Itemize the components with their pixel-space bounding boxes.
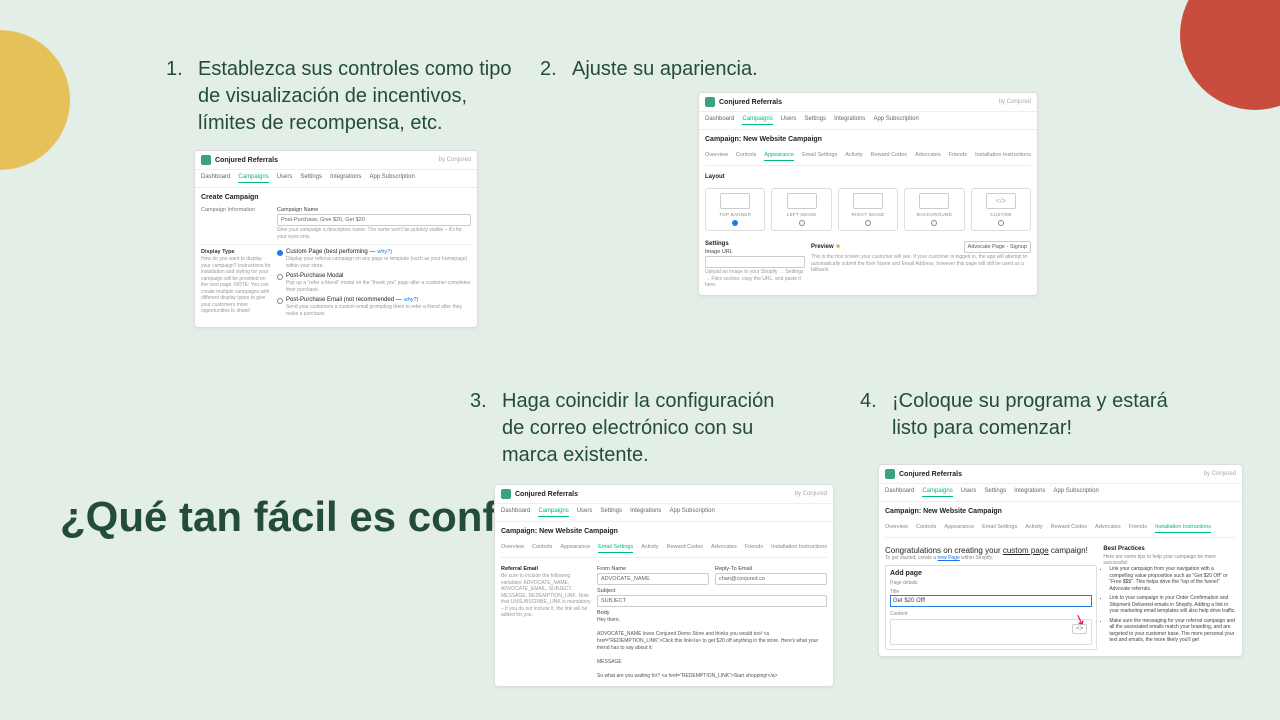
why-link[interactable]: why?): [377, 249, 392, 255]
preview-page-select[interactable]: Advocate Page - Signup: [964, 241, 1031, 253]
nav-settings[interactable]: Settings: [300, 174, 322, 183]
best-practices-title: Best Practices: [1103, 546, 1236, 552]
subnav-install[interactable]: Installation Instructions: [1155, 524, 1211, 533]
screenshot-3: Conjured Referrals by Conjured Dashboard…: [494, 484, 834, 687]
radio-custom-page[interactable]: [277, 250, 283, 256]
step-1: 1. Establezca sus controles como tipo de…: [166, 56, 528, 137]
step-3-number: 3.: [470, 388, 492, 469]
subject-input[interactable]: SUBJECT: [597, 595, 827, 607]
campaign-header: Campaign: New Website Campaign: [705, 136, 1031, 143]
step-4-number: 4.: [860, 388, 882, 442]
layout-custom[interactable]: </>CUSTOM: [971, 188, 1031, 231]
step-3: 3. Haga coincidir la configuración de co…: [470, 388, 802, 469]
referral-email-title: Referral Email: [501, 566, 591, 572]
layout-label: Layout: [705, 174, 1031, 180]
decorative-blob-yellow: [0, 30, 70, 170]
radio-post-purchase-modal[interactable]: [277, 274, 283, 280]
step-1-text: Establezca sus controles como tipo de vi…: [198, 56, 528, 137]
campaign-name-hint: Give your campaign a descriptive name. T…: [277, 227, 471, 240]
nav-campaigns[interactable]: Campaigns: [238, 174, 268, 183]
step-4: 4. ¡Coloque su programa y estará listo p…: [860, 388, 1182, 442]
layout-left-image[interactable]: LEFT IMAGE: [771, 188, 831, 231]
create-campaign-title: Create Campaign: [201, 194, 471, 201]
star-icon: ★: [835, 244, 840, 250]
content-editor[interactable]: <>: [890, 619, 1092, 645]
best-practices-list: Link your campaign from your navigation …: [1103, 566, 1236, 644]
subnav-appearance[interactable]: Appearance: [764, 152, 794, 161]
screenshot-2: Conjured Referrals by Conjured Dashboard…: [698, 92, 1038, 296]
layout-top-banner[interactable]: TOP BANNER: [705, 188, 765, 231]
app-logo-icon: [201, 155, 211, 165]
campaign-name-input[interactable]: Post-Purchase, Give $20, Get $20: [277, 214, 471, 226]
display-type-desc: How do you want to display your campaign…: [201, 256, 271, 315]
layout-background[interactable]: BACKGROUND: [904, 188, 964, 231]
step-1-number: 1.: [166, 56, 188, 137]
app-byline: by Conjured: [439, 157, 471, 163]
nav-subscription[interactable]: App Subscription: [369, 174, 414, 183]
screenshot-4: Conjured Referrals by Conjured Dashboard…: [878, 464, 1243, 657]
step-3-text: Haga coincidir la configuración de corre…: [502, 388, 802, 469]
nav-integrations[interactable]: Integrations: [330, 174, 361, 183]
screenshot-1: Conjured Referrals by Conjured Dashboard…: [194, 150, 478, 328]
step-2-number: 2.: [540, 56, 562, 83]
app-logo-icon: [885, 469, 895, 479]
decorative-blob-red: [1180, 0, 1280, 110]
nav-users[interactable]: Users: [277, 174, 293, 183]
preview-title: Preview: [811, 244, 834, 250]
step-2-text: Ajuste su apariencia.: [572, 56, 758, 83]
subnav-email-settings[interactable]: Email Settings: [598, 544, 633, 553]
why-link-2[interactable]: why?): [404, 297, 419, 303]
app-logo-icon: [501, 489, 511, 499]
congrats-message: Congratulations on creating your custom …: [885, 546, 1097, 555]
add-page-title: Add page: [890, 570, 1092, 577]
step-4-text: ¡Coloque su programa y estará listo para…: [892, 388, 1182, 442]
image-url-label: Image URL: [705, 249, 805, 255]
main-nav: Dashboard Campaigns Users Settings Integ…: [195, 170, 477, 188]
reply-to-input[interactable]: chan@conjured.co: [715, 573, 827, 585]
layout-right-image[interactable]: RIGHT IMAGE: [838, 188, 898, 231]
settings-title: Settings: [705, 241, 805, 247]
image-url-input[interactable]: [705, 256, 805, 268]
page-title-input[interactable]: Get $20 Off!: [890, 595, 1092, 607]
step-2: 2. Ajuste su apariencia.: [540, 56, 758, 83]
campaign-info-label: Campaign Information: [201, 207, 271, 240]
campaign-name-label: Campaign Name: [277, 207, 471, 213]
layout-options: TOP BANNER LEFT IMAGE RIGHT IMAGE BACKGR…: [705, 188, 1031, 231]
from-name-input[interactable]: ADVOCATE_NAME: [597, 573, 709, 585]
radio-post-purchase-email[interactable]: [277, 298, 283, 304]
app-logo-icon: [705, 97, 715, 107]
nav-dashboard[interactable]: Dashboard: [201, 174, 230, 183]
new-page-link[interactable]: new Page: [938, 555, 960, 561]
app-brand: Conjured Referrals: [215, 157, 278, 164]
display-type-label: Display Type: [201, 249, 271, 255]
email-body-editor[interactable]: Hey there, ADVOCATE_NAME loves Conjured …: [597, 617, 827, 680]
